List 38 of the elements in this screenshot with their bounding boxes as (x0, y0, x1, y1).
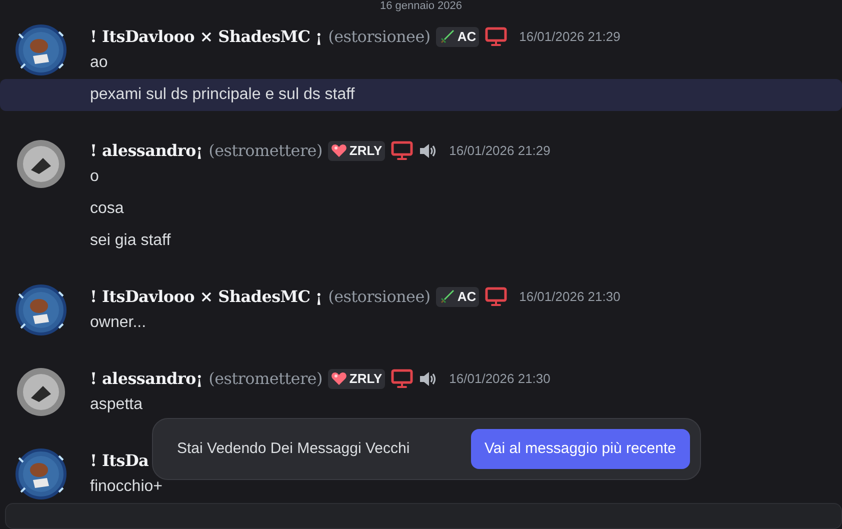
author-name[interactable]: ! ItsDa (90, 449, 149, 473)
timestamp: 16/01/2026 21:30 (519, 288, 620, 306)
old-messages-notice: Stai Vedendo Dei Messaggi Vecchi (177, 438, 410, 459)
avatar-icon[interactable] (15, 24, 67, 76)
date-divider: 16 gennaio 2026 (380, 0, 462, 12)
username: (estorsionee) (328, 286, 430, 308)
sword-icon (439, 29, 456, 45)
message-text: owner... (90, 313, 146, 333)
username: (estromettere) (208, 368, 322, 390)
message-text: finocchio+ (90, 477, 162, 497)
jump-to-present-button[interactable]: Vai al messaggio più recente (470, 429, 690, 469)
author-name[interactable]: ! alessandro¡ (90, 367, 203, 391)
username: (estorsionee) (328, 26, 430, 48)
guild-tag[interactable]: ZRLY (328, 141, 386, 161)
avatar-icon[interactable] (15, 448, 67, 500)
message-text: pexami sul ds principale e sul ds staff (90, 85, 355, 105)
username: (estromettere) (208, 140, 322, 162)
guild-tag[interactable]: AC (436, 27, 480, 47)
author-name[interactable]: ! alessandro¡ (90, 139, 203, 163)
avatar-icon[interactable] (15, 284, 67, 336)
heart-icon (331, 144, 348, 158)
guild-tag[interactable]: ZRLY (328, 369, 386, 389)
highlighted-message-row[interactable]: pexami sul ds principale e sul ds staff (0, 79, 842, 111)
avatar-icon[interactable] (17, 140, 65, 188)
heart-icon (331, 372, 348, 386)
message-text: aspetta (90, 395, 142, 415)
message-text: ao (90, 53, 108, 73)
timestamp: 16/01/2026 21:29 (519, 28, 620, 46)
sword-icon (439, 289, 456, 305)
author-name[interactable]: ! ItsDavlooo × ShadesMC ¡ (90, 285, 322, 309)
timestamp: 16/01/2026 21:29 (449, 142, 550, 160)
message-text: cosa (90, 199, 124, 219)
author-name[interactable]: ! ItsDavlooo × ShadesMC ¡ (90, 25, 322, 49)
message-text: o (90, 167, 99, 187)
timestamp: 16/01/2026 21:30 (449, 370, 550, 388)
guild-tag[interactable]: AC (436, 287, 480, 307)
message-text: sei gia staff (90, 231, 171, 251)
avatar-icon[interactable] (17, 368, 65, 416)
